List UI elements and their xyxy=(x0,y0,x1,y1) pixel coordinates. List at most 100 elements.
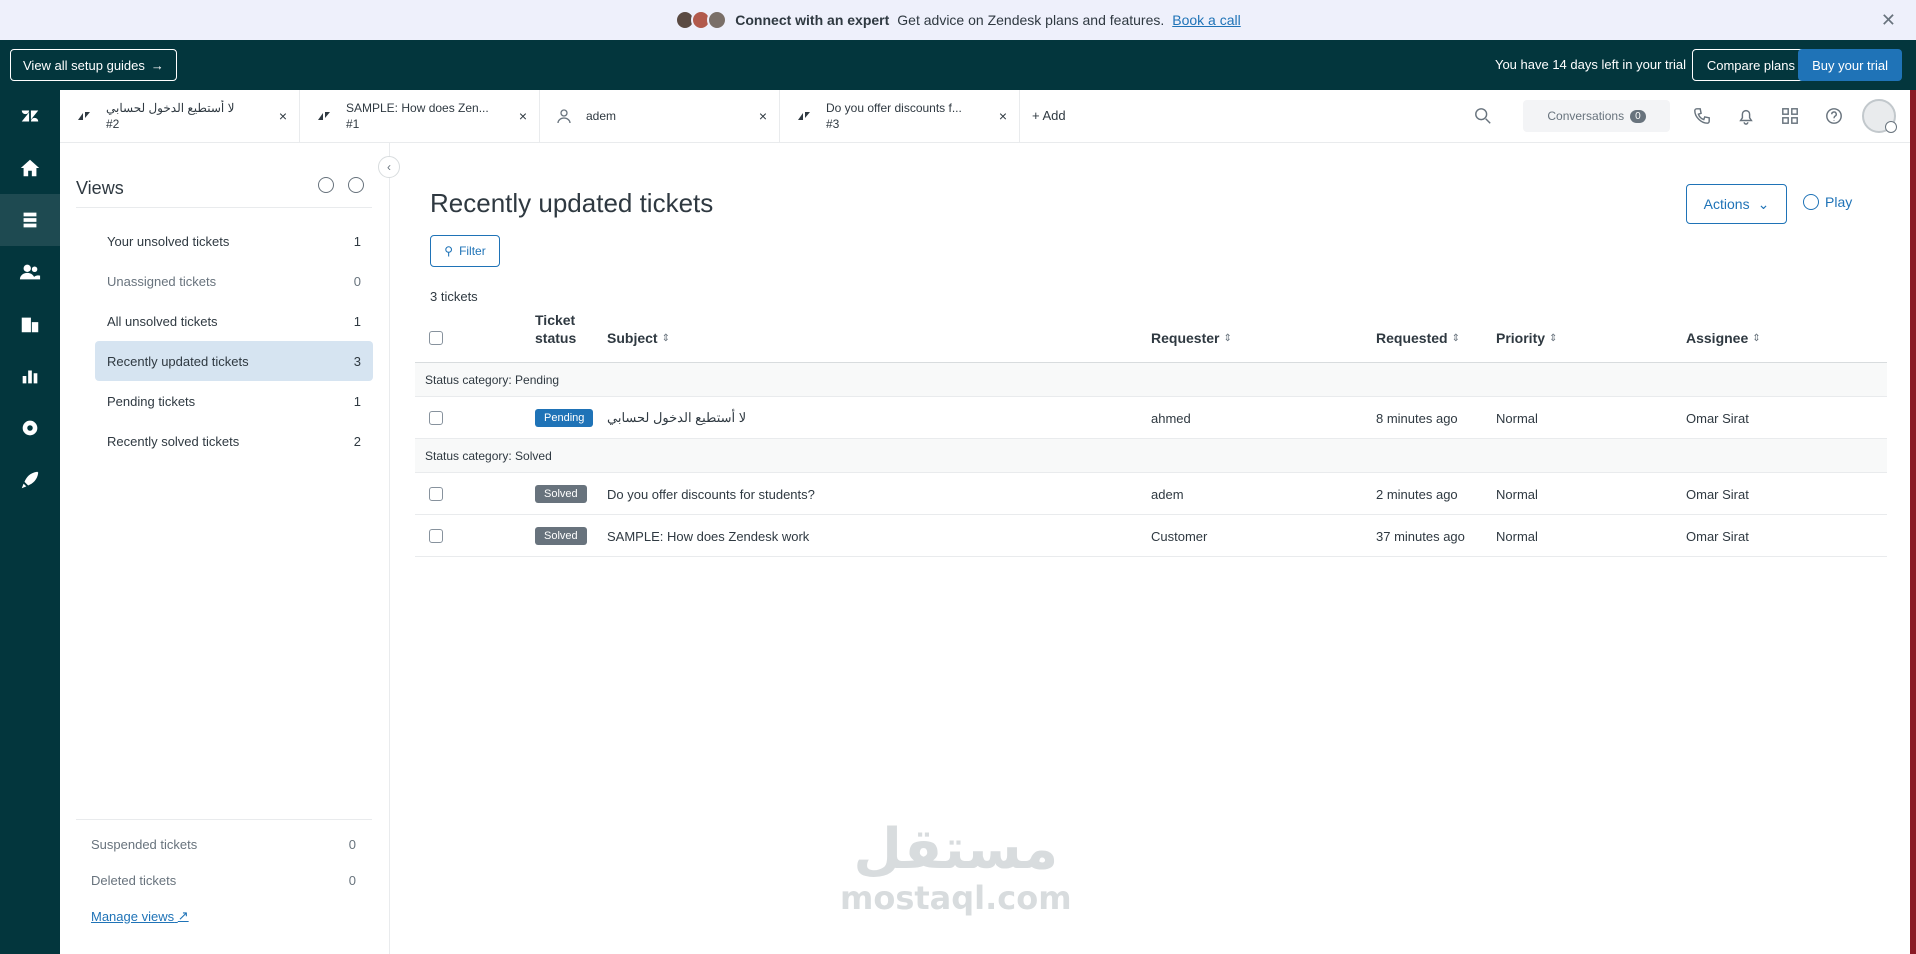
ticket-requested: 37 minutes ago xyxy=(1376,528,1465,544)
ticket-tab[interactable]: Do you offer discounts f... #3 × xyxy=(780,90,1020,142)
buy-trial-button[interactable]: Buy your trial xyxy=(1798,49,1902,81)
status-badge: Solved xyxy=(535,485,587,503)
help-icon[interactable] xyxy=(1812,107,1856,125)
views-panel: Views Your unsolved tickets 1 Unassigned … xyxy=(60,143,390,954)
view-count: 0 xyxy=(353,273,361,289)
setup-guides-button[interactable]: View all setup guides → xyxy=(10,49,177,81)
banner-headline: Connect with an expert xyxy=(735,12,890,28)
view-count: 0 xyxy=(348,836,356,852)
close-tab-icon[interactable]: × xyxy=(999,108,1007,124)
arrow-right-icon: → xyxy=(150,57,164,73)
view-item[interactable]: Your unsolved tickets 1 xyxy=(95,221,373,261)
view-label: Suspended tickets xyxy=(91,836,198,852)
home-icon[interactable] xyxy=(0,142,60,194)
manage-views-link[interactable]: Manage views ↗ xyxy=(76,898,372,934)
setup-guides-label: View all setup guides xyxy=(23,57,145,73)
trial-days-text: You have 14 days left in your trial xyxy=(1494,57,1686,72)
zendesk-logo-icon[interactable] xyxy=(0,90,60,142)
column-subject[interactable]: Subject ⇕ xyxy=(607,313,670,363)
column-requested[interactable]: Requested ⇕ xyxy=(1376,313,1460,363)
ticket-requester: ahmed xyxy=(1151,410,1191,426)
window-edge xyxy=(1910,90,1916,954)
ticket-requested: 8 minutes ago xyxy=(1376,410,1458,426)
main-content: Recently updated tickets Actions ⌄ Play … xyxy=(391,143,1910,954)
view-count: 1 xyxy=(353,313,361,329)
add-view-icon[interactable] xyxy=(318,177,334,193)
ticket-subject[interactable]: Do you offer discounts for students? xyxy=(607,473,815,515)
suspended-tickets-item[interactable]: Suspended tickets 0 xyxy=(76,826,372,862)
ticket-assignee: Omar Sirat xyxy=(1686,410,1749,426)
column-assignee[interactable]: Assignee ⇕ xyxy=(1686,313,1761,363)
table-row[interactable]: Solved SAMPLE: How does Zendesk work Cus… xyxy=(415,515,1887,557)
apps-grid-icon[interactable] xyxy=(1768,107,1812,125)
workspace-tab-bar: لا أستطيع الدخول لحسابي #2 × SAMPLE: How … xyxy=(60,90,1910,143)
view-item[interactable]: Unassigned tickets 0 xyxy=(95,261,373,301)
compare-plans-button[interactable]: Compare plans xyxy=(1691,49,1810,81)
phone-icon[interactable] xyxy=(1680,107,1724,125)
close-tab-icon[interactable]: × xyxy=(279,108,287,124)
view-count: 3 xyxy=(353,353,361,369)
sort-icon: ⇕ xyxy=(1752,332,1761,344)
settings-icon[interactable] xyxy=(0,402,60,454)
ticket-tab[interactable]: SAMPLE: How does Zen... #1 × xyxy=(300,90,540,142)
row-checkbox[interactable] xyxy=(429,411,443,425)
filter-button[interactable]: ⚲ Filter xyxy=(430,235,500,267)
ticket-count: 3 tickets xyxy=(430,289,478,304)
sort-icon: ⇕ xyxy=(1451,332,1460,344)
view-count: 0 xyxy=(348,872,356,888)
ticket-priority: Normal xyxy=(1496,486,1538,502)
conversations-button[interactable]: Conversations 0 xyxy=(1523,100,1670,132)
play-label: Play xyxy=(1825,194,1853,210)
ticket-assignee: Omar Sirat xyxy=(1686,528,1749,544)
column-priority[interactable]: Priority ⇕ xyxy=(1496,313,1557,363)
user-tab[interactable]: adem × xyxy=(540,90,780,142)
play-button[interactable]: Play xyxy=(1803,194,1852,210)
ticket-icon xyxy=(76,108,92,124)
ticket-subject[interactable]: لا أستطيع الدخول لحسابي xyxy=(607,397,746,439)
table-row[interactable]: Solved Do you offer discounts for studen… xyxy=(415,473,1887,515)
expert-avatars xyxy=(675,10,728,30)
conversations-label: Conversations xyxy=(1547,109,1625,123)
header-subject: Subject xyxy=(607,330,658,346)
column-ticket-status: Ticket status xyxy=(535,312,576,363)
close-tab-icon[interactable]: × xyxy=(759,108,767,124)
actions-button[interactable]: Actions ⌄ xyxy=(1686,184,1787,224)
group-header: Status category: Solved xyxy=(415,439,1887,473)
book-call-link[interactable]: Book a call xyxy=(1172,12,1240,28)
user-icon xyxy=(556,108,572,124)
views-header-actions xyxy=(318,177,364,193)
user-avatar[interactable] xyxy=(1862,99,1897,133)
row-checkbox[interactable] xyxy=(429,487,443,501)
select-all-checkbox[interactable] xyxy=(429,331,443,345)
search-icon[interactable] xyxy=(1461,107,1505,125)
watermark-url: mostaql.com xyxy=(840,879,1072,917)
expert-avatar xyxy=(707,10,728,30)
close-icon[interactable]: ✕ xyxy=(1881,10,1896,31)
views-icon[interactable] xyxy=(0,194,60,246)
row-checkbox[interactable] xyxy=(429,529,443,543)
conversations-count: 0 xyxy=(1630,109,1646,123)
chevron-down-icon: ⌄ xyxy=(1757,195,1770,212)
close-tab-icon[interactable]: × xyxy=(519,108,527,124)
column-requester[interactable]: Requester ⇕ xyxy=(1151,313,1232,363)
page-title: Recently updated tickets xyxy=(430,188,714,218)
organizations-icon[interactable] xyxy=(0,298,60,350)
view-label: Pending tickets xyxy=(107,393,196,409)
view-item[interactable]: Recently solved tickets 2 xyxy=(95,421,373,461)
get-started-rocket-icon[interactable] xyxy=(0,454,60,506)
view-label: All unsolved tickets xyxy=(107,313,218,329)
refresh-icon[interactable] xyxy=(348,177,364,193)
table-row[interactable]: Pending لا أستطيع الدخول لحسابي ahmed 8 … xyxy=(415,397,1887,439)
view-item[interactable]: Pending tickets 1 xyxy=(95,381,373,421)
add-tab-button[interactable]: + Add xyxy=(1032,108,1066,123)
reporting-icon[interactable] xyxy=(0,350,60,402)
view-item-active[interactable]: Recently updated tickets 3 xyxy=(95,341,373,381)
divider xyxy=(76,207,372,208)
customers-icon[interactable] xyxy=(0,246,60,298)
deleted-tickets-item[interactable]: Deleted tickets 0 xyxy=(76,862,372,898)
ticket-subject[interactable]: SAMPLE: How does Zendesk work xyxy=(607,515,809,557)
ticket-tab[interactable]: لا أستطيع الدخول لحسابي #2 × xyxy=(60,90,300,142)
sort-icon: ⇕ xyxy=(661,332,670,344)
view-item[interactable]: All unsolved tickets 1 xyxy=(95,301,373,341)
notifications-bell-icon[interactable] xyxy=(1724,107,1768,125)
